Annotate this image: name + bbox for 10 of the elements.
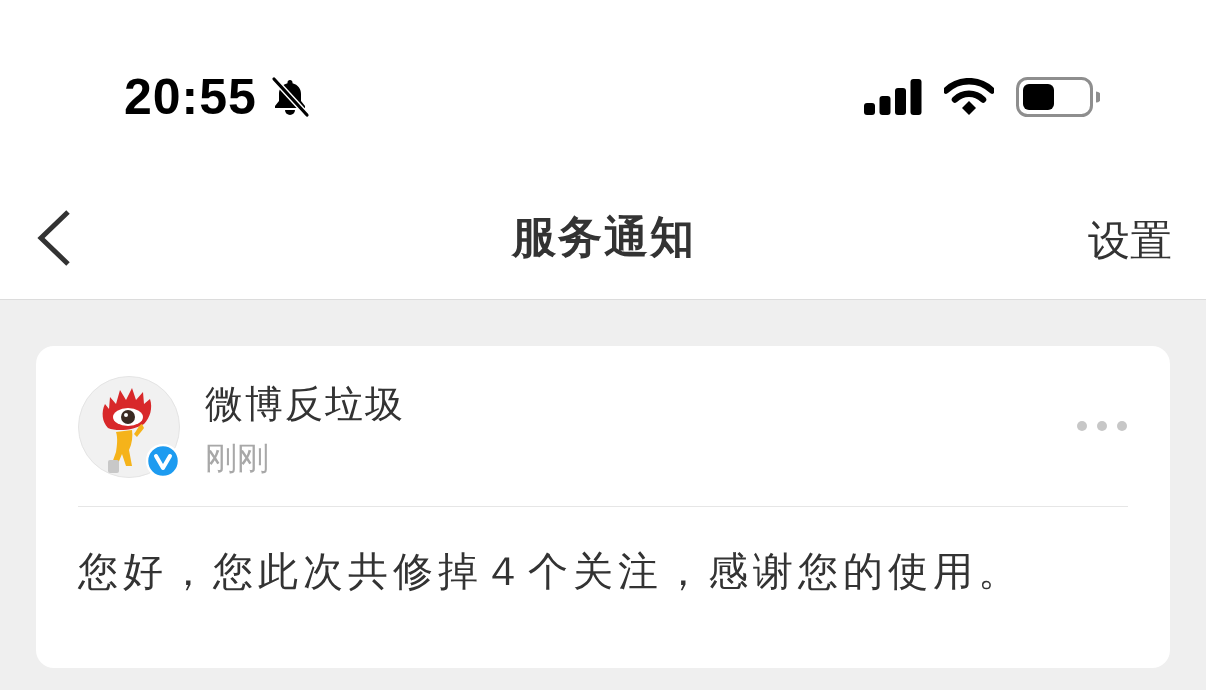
timestamp: 刚刚	[205, 439, 270, 478]
sender-name: 微博反垃圾	[205, 382, 405, 427]
back-button[interactable]	[36, 208, 72, 267]
status-time: 20:55	[124, 68, 257, 126]
battery-icon	[1016, 77, 1100, 117]
settings-link[interactable]: 设置	[1088, 212, 1172, 269]
message-text: 您好，您此次共修掉４个关注，感谢您的使用。	[78, 548, 1024, 595]
signal-icon	[864, 79, 922, 115]
page-title: 服务通知	[512, 211, 696, 263]
wifi-icon	[944, 78, 994, 116]
